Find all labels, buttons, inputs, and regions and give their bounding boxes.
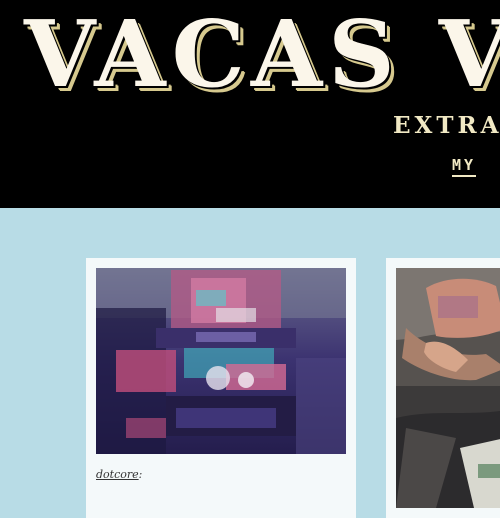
site-title[interactable]: VACAS V [24, 4, 500, 104]
post-image[interactable] [396, 268, 500, 508]
glitch-photo-graphic [96, 268, 346, 454]
post-caption: dotcore: [96, 468, 142, 481]
header-nav-link[interactable]: MY [452, 156, 477, 177]
author-link[interactable]: dotcore [96, 468, 139, 481]
post-image[interactable] [96, 268, 346, 454]
caption-colon: : [138, 468, 143, 481]
couch-photo-graphic [396, 268, 500, 508]
site-tagline: EXTRA [393, 112, 500, 139]
post-card: dotcore: [86, 258, 356, 518]
post-card [386, 258, 500, 518]
site-header: VACAS V EXTRA MY [0, 0, 500, 208]
